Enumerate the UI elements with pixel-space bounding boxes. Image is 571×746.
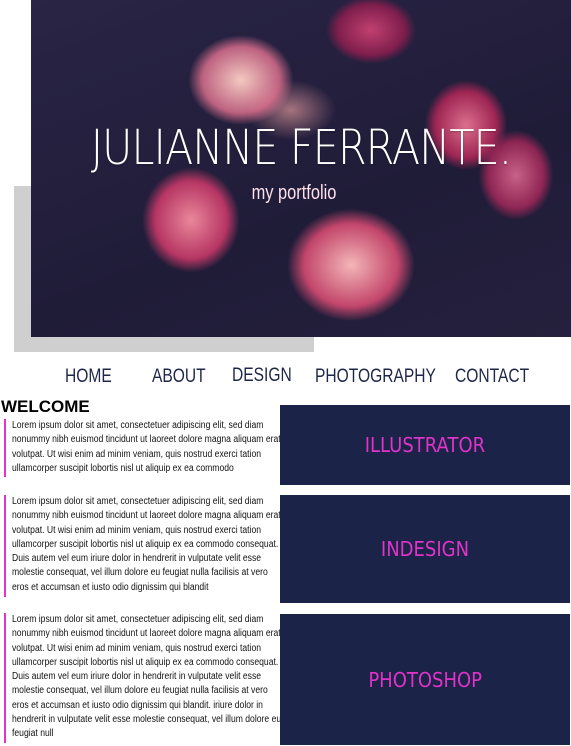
hero-title: JULIANNE FERRANTE. — [90, 120, 512, 176]
paragraph-text: Lorem ipsum dolor sit amet, consectetuer… — [12, 496, 281, 593]
intro-paragraph-photoshop: Lorem ipsum dolor sit amet, consectetuer… — [4, 613, 290, 743]
paragraph-text: Lorem ipsum dolor sit amet, consectetuer… — [12, 614, 282, 740]
hero-banner: JULIANNE FERRANTE. my portfolio — [31, 0, 571, 337]
main-nav: HOME ABOUT DESIGN PHOTOGRAPHY CONTACT — [0, 365, 571, 394]
tile-illustrator[interactable]: ILLUSTRATOR — [280, 405, 570, 485]
tile-label: INDESIGN — [380, 537, 470, 561]
nav-item-contact[interactable]: CONTACT — [455, 366, 529, 388]
hero-subtitle: my portfolio — [251, 182, 337, 204]
tile-photoshop[interactable]: PHOTOSHOP — [280, 614, 570, 745]
nav-item-photography[interactable]: PHOTOGRAPHY — [315, 366, 436, 388]
nav-item-home[interactable]: HOME — [65, 366, 112, 388]
tile-label: ILLUSTRATOR — [364, 433, 486, 457]
intro-paragraph-indesign: Lorem ipsum dolor sit amet, consectetuer… — [4, 495, 290, 597]
nav-item-design[interactable]: DESIGN — [232, 365, 292, 387]
nav-item-about[interactable]: ABOUT — [152, 366, 206, 388]
welcome-heading: WELCOME — [1, 397, 90, 416]
intro-paragraph-illustrator: Lorem ipsum dolor sit amet, consectetuer… — [4, 419, 290, 477]
tile-indesign[interactable]: INDESIGN — [280, 495, 570, 603]
paragraph-text: Lorem ipsum dolor sit amet, consectetuer… — [12, 420, 281, 474]
tile-label: PHOTOSHOP — [368, 667, 482, 692]
